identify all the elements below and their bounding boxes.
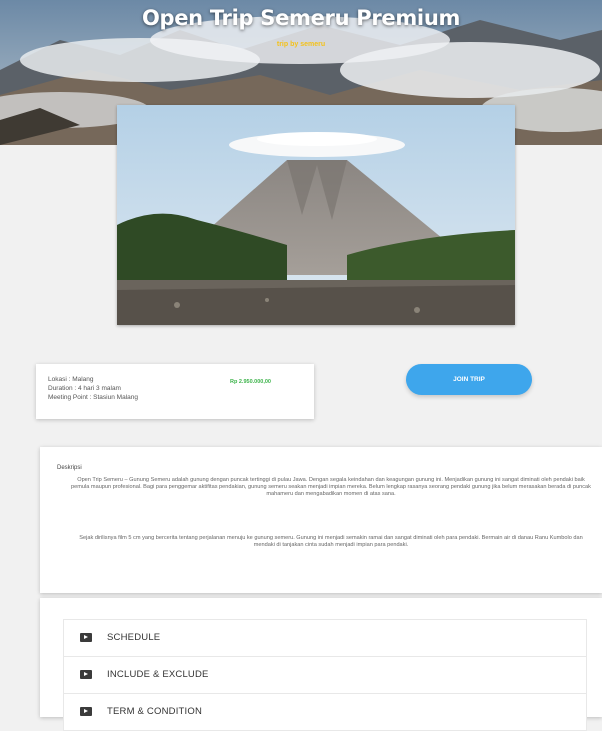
description-title: Deskripsi bbox=[57, 465, 82, 471]
page-title: Open Trip Semeru Premium bbox=[141, 6, 461, 30]
join-trip-button[interactable]: JOIN TRIP bbox=[406, 364, 532, 395]
accordion-label: INCLUDE & EXCLUDE bbox=[107, 669, 209, 680]
accordion-item-schedule[interactable]: SCHEDULE bbox=[63, 619, 587, 657]
accordion-item-include-exclude[interactable]: INCLUDE & EXCLUDE bbox=[63, 656, 587, 694]
trip-price: Rp 2.950.000,00 bbox=[230, 379, 271, 385]
page-subtitle: trip by semeru bbox=[276, 41, 326, 48]
accordion-label: SCHEDULE bbox=[107, 632, 161, 643]
trip-photo bbox=[117, 105, 515, 325]
description-paragraph-1: Open Trip Semeru – Gunung Semeru adalah … bbox=[71, 477, 591, 498]
accordion-card: SCHEDULE INCLUDE & EXCLUDE TERM & CONDIT… bbox=[40, 598, 602, 731]
accordion-item-term-condition[interactable]: TERM & CONDITION bbox=[63, 693, 587, 731]
description-card: Deskripsi Open Trip Semeru – Gunung Seme… bbox=[40, 447, 602, 593]
caret-right-icon bbox=[80, 707, 92, 716]
trip-duration: Duration : 4 hari 3 malam bbox=[48, 385, 121, 392]
trip-meeting-point: Meeting Point : Stasiun Malang bbox=[48, 394, 138, 401]
description-paragraph-2: Sejak dirilisnya film 5 cm yang bercerit… bbox=[79, 535, 583, 549]
trip-location: Lokasi : Malang bbox=[48, 376, 94, 383]
trip-info-card: Lokasi : Malang Duration : 4 hari 3 mala… bbox=[36, 364, 314, 419]
caret-right-icon bbox=[80, 670, 92, 679]
caret-right-icon bbox=[80, 633, 92, 642]
accordion-label: TERM & CONDITION bbox=[107, 706, 203, 717]
